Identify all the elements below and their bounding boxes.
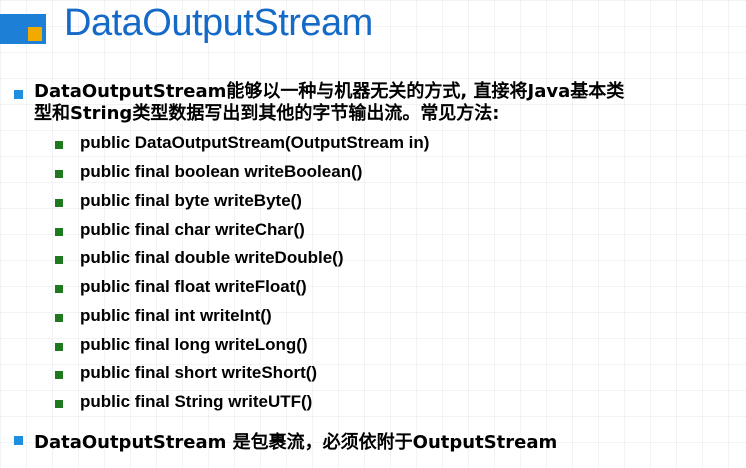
method-item: public final String writeUTF() — [80, 392, 313, 411]
method-bullet-icon — [55, 256, 63, 264]
logo-orange-block — [28, 27, 42, 41]
method-bullet-icon — [55, 343, 63, 351]
footer-point-text: DataOutputStream 是包裹流，必须依附于OutputStream — [34, 432, 558, 453]
method-bullet-icon — [55, 199, 63, 207]
intro-line-1: DataOutputStream能够以一种与机器无关的方式, 直接将Java基本… — [34, 81, 625, 102]
method-item: public final int writeInt() — [80, 306, 272, 325]
slide-logo-icon — [0, 14, 46, 44]
intro-line-2: 型和String类型数据写出到其他的字节输出流。常见方法: — [34, 103, 500, 124]
method-bullet-icon — [55, 285, 63, 293]
method-item: public final char writeChar() — [80, 220, 305, 239]
method-item: public final boolean writeBoolean() — [80, 162, 363, 181]
intro-text: DataOutputStream能够以一种与机器无关的方式, 直接将Java基本… — [34, 81, 734, 125]
method-bullet-icon — [55, 400, 63, 408]
method-item: public final short writeShort() — [80, 363, 318, 382]
method-item: public final byte writeByte() — [80, 191, 302, 210]
method-item: public final long writeLong() — [80, 335, 308, 354]
method-bullet-icon — [55, 141, 63, 149]
slide-title: DataOutputStream — [64, 2, 373, 44]
method-item: public DataOutputStream(OutputStream in) — [80, 133, 430, 152]
method-item: public final double writeDouble() — [80, 248, 344, 267]
method-bullet-icon — [55, 170, 63, 178]
method-bullet-icon — [55, 371, 63, 379]
intro-bullet-icon — [14, 90, 23, 99]
method-bullet-icon — [55, 314, 63, 322]
method-item: public final float writeFloat() — [80, 277, 307, 296]
footer-bullet-icon — [14, 436, 23, 445]
method-bullet-icon — [55, 228, 63, 236]
